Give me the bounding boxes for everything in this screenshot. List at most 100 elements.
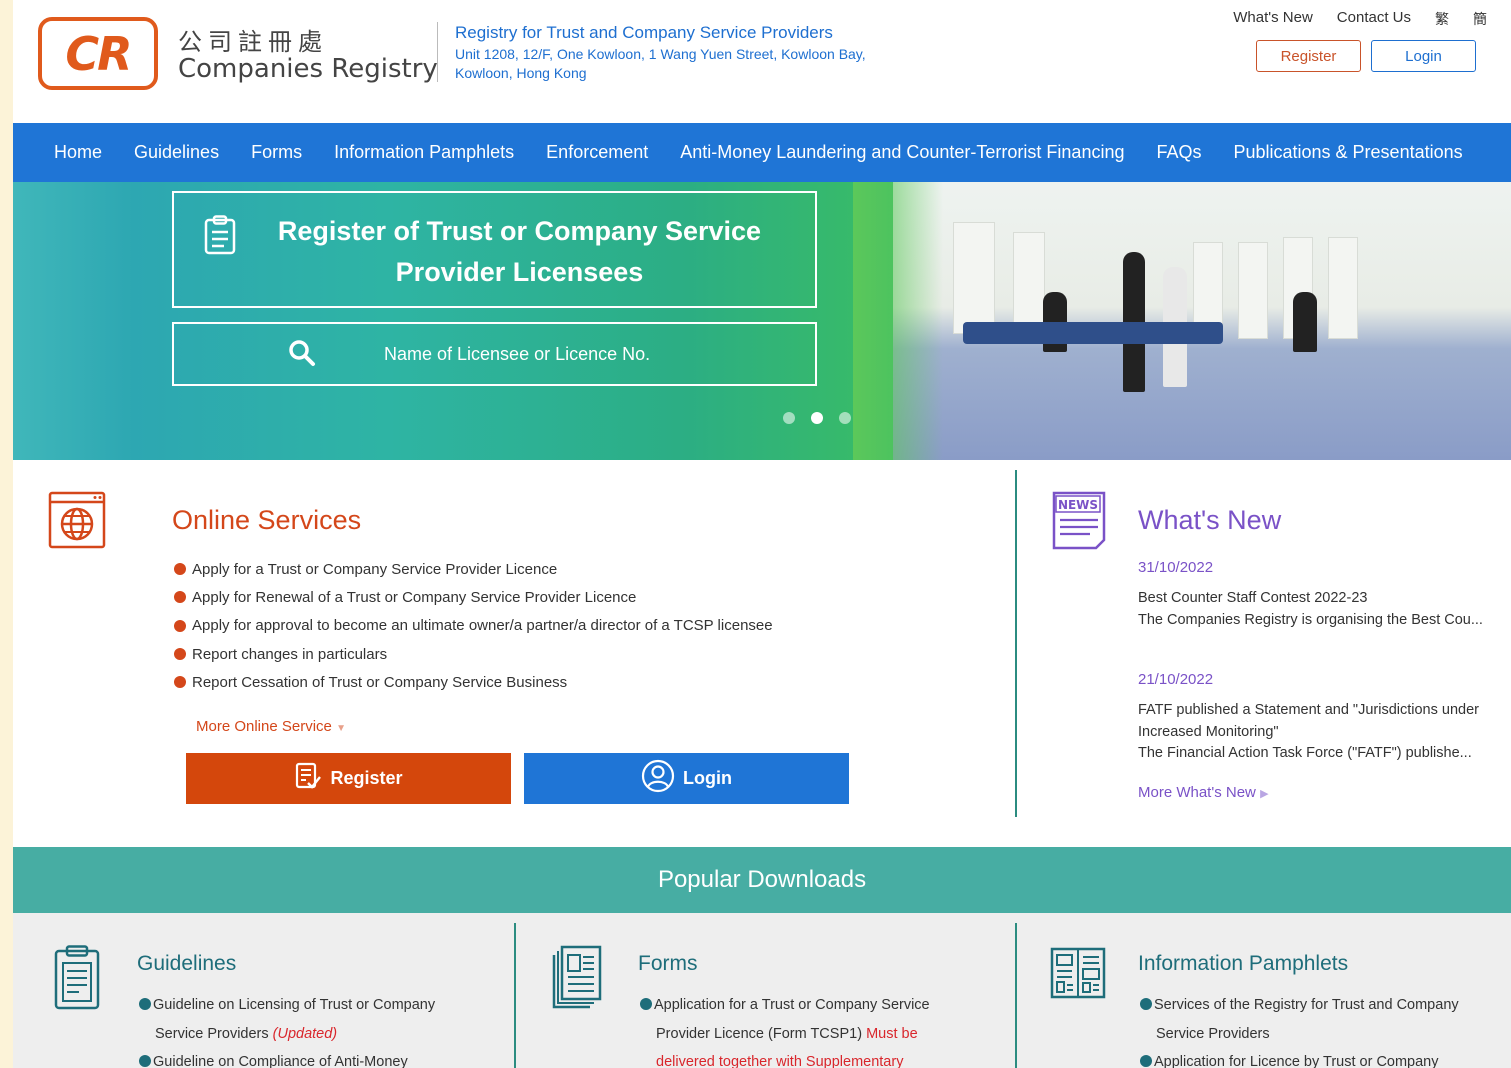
carousel-dot-3[interactable]: [839, 412, 851, 424]
guidelines-title: Guidelines: [137, 952, 237, 975]
online-service-label: Report changes in particulars: [192, 645, 388, 663]
registry-address: Unit 1208, 12/F, One Kowloon, 1 Wang Yue…: [455, 46, 866, 81]
search-placeholder: Name of Licensee or Licence No.: [384, 344, 651, 364]
downloads-pamphlets-column: Information Pamphlets Services of the Re…: [1017, 913, 1511, 1068]
nav-publications[interactable]: Publications & Presentations: [1217, 142, 1478, 163]
banner-fade: [853, 182, 943, 460]
form-edit-icon: [294, 762, 322, 795]
download-note: delivered together with Supplementary: [656, 1054, 904, 1068]
nav-information-pamphlets[interactable]: Information Pamphlets: [318, 142, 530, 163]
login-button-label: Login: [683, 768, 732, 788]
globe-icon: [48, 491, 106, 554]
download-link-cont[interactable]: Service Providers (Updated): [139, 1020, 469, 1049]
register-title-box[interactable]: Register of Trust or Company Service Pro…: [172, 191, 817, 308]
news-item-text[interactable]: Best Counter Staff Contest 2022-23 The C…: [1138, 588, 1483, 631]
download-label: Provider Licence (Form TCSP1): [656, 1025, 863, 1042]
bullet: [174, 676, 186, 689]
logo-english-name: Companies Registry: [178, 54, 438, 84]
user-icon: [641, 759, 675, 798]
popular-downloads-header: Popular Downloads: [13, 847, 1511, 913]
bullet: [174, 591, 186, 604]
header-login-button[interactable]: Login: [1371, 40, 1476, 72]
forms-list: Application for a Trust or Company Servi…: [640, 991, 970, 1068]
guidelines-list: Guideline on Licensing of Trust or Compa…: [139, 991, 469, 1068]
downloads-forms-column: Forms Application for a Trust or Company…: [516, 913, 1016, 1068]
online-service-item[interactable]: Apply for a Trust or Company Service Pro…: [174, 555, 773, 583]
page: CR 公司註冊處 Companies Registry Registry for…: [13, 0, 1511, 1068]
online-service-item[interactable]: Apply for approval to become an ultimate…: [174, 612, 773, 640]
logo-chinese-name: 公司註冊處: [178, 28, 328, 56]
bullet: [1140, 998, 1152, 1010]
photo-partition: [1013, 232, 1045, 334]
news-icon: NEWS: [1050, 490, 1108, 555]
nav-faqs[interactable]: FAQs: [1140, 142, 1217, 163]
search-icon: [287, 338, 317, 373]
photo-person: [1293, 292, 1317, 352]
login-button[interactable]: Login: [524, 753, 849, 804]
top-link-contact-us[interactable]: Contact Us: [1337, 9, 1411, 29]
download-link[interactable]: Guideline on Licensing of Trust or Compa…: [139, 991, 469, 1020]
online-service-item[interactable]: Report Cessation of Trust or Company Ser…: [174, 668, 773, 696]
download-link[interactable]: Guideline on Compliance of Anti-Money: [139, 1048, 469, 1068]
online-service-item[interactable]: Apply for Renewal of a Trust or Company …: [174, 583, 773, 611]
clipboard-icon: [53, 945, 101, 1016]
office-photo: CR: [893, 182, 1511, 460]
register-button[interactable]: Register: [186, 753, 511, 804]
online-service-label: Apply for a Trust or Company Service Pro…: [192, 560, 558, 578]
photo-partition: [953, 222, 995, 334]
photo-bench: [963, 322, 1223, 344]
forms-title: Forms: [638, 952, 698, 975]
bullet: [174, 619, 186, 632]
online-service-item[interactable]: Report changes in particulars: [174, 640, 773, 668]
download-label: Application for Licence by Trust or Comp…: [1154, 1054, 1439, 1068]
download-label: Service Providers: [1156, 1025, 1270, 1042]
logo-mark: CR: [65, 26, 132, 81]
nav-enforcement[interactable]: Enforcement: [530, 142, 664, 163]
nav-guidelines[interactable]: Guidelines: [118, 142, 235, 163]
download-link[interactable]: Application for a Trust or Company Servi…: [640, 991, 970, 1020]
download-label: Service Providers: [155, 1025, 269, 1042]
top-link-traditional-chinese[interactable]: 繁: [1435, 9, 1449, 29]
download-link[interactable]: Application for Licence by Trust or Comp…: [1140, 1048, 1500, 1068]
photo-partition: [1238, 242, 1268, 339]
news-date: 21/10/2022: [1138, 671, 1214, 688]
nav-forms[interactable]: Forms: [235, 142, 318, 163]
download-link-cont[interactable]: Provider Licence (Form TCSP1) Must be: [640, 1020, 970, 1049]
download-label: Services of the Registry for Trust and C…: [1154, 997, 1459, 1013]
online-service-label: Apply for approval to become an ultimate…: [192, 617, 773, 635]
downloads-guidelines-column: Guidelines Guideline on Licensing of Tru…: [13, 913, 513, 1068]
news-item-text[interactable]: FATF published a Statement and "Jurisdic…: [1138, 700, 1483, 765]
pamphlets-list: Services of the Registry for Trust and C…: [1140, 991, 1500, 1068]
news-icon-label: NEWS: [1058, 498, 1098, 512]
top-link-whats-new[interactable]: What's New: [1233, 9, 1313, 29]
online-services-list: Apply for a Trust or Company Service Pro…: [174, 555, 773, 696]
carousel-dot-2[interactable]: [811, 412, 823, 424]
download-label: Application for a Trust or Company Servi…: [654, 997, 930, 1013]
header-divider: [437, 22, 438, 82]
document-icon: [204, 215, 236, 260]
photo-partition: [1328, 237, 1358, 339]
licensee-search-input[interactable]: Name of Licensee or Licence No.: [172, 322, 817, 386]
popular-downloads-area: Guidelines Guideline on Licensing of Tru…: [13, 913, 1511, 1068]
nav-aml-ctf[interactable]: Anti-Money Laundering and Counter-Terror…: [664, 142, 1140, 163]
cr-logo[interactable]: CR: [38, 17, 158, 90]
download-link[interactable]: Services of the Registry for Trust and C…: [1140, 991, 1500, 1020]
section-divider: [1015, 470, 1017, 817]
more-online-service-link[interactable]: More Online Service ▼: [196, 718, 346, 735]
updated-tag: (Updated): [272, 1025, 338, 1042]
top-link-simplified-chinese[interactable]: 簡: [1473, 9, 1487, 29]
bullet: [1140, 1055, 1152, 1067]
more-whats-new-link[interactable]: More What's New ▶: [1138, 784, 1269, 801]
bullet: [640, 998, 652, 1010]
header-register-button[interactable]: Register: [1256, 40, 1361, 72]
pamphlet-icon: [1050, 947, 1106, 1004]
carousel-dots: [783, 412, 851, 424]
online-service-label: Apply for Renewal of a Trust or Company …: [192, 588, 637, 606]
top-links: What's New Contact Us 繁 簡: [1233, 9, 1487, 29]
carousel-dot-1[interactable]: [783, 412, 795, 424]
whats-new-title: What's New: [1138, 505, 1282, 535]
download-label: Guideline on Licensing of Trust or Compa…: [153, 997, 436, 1013]
bullet: [174, 563, 186, 576]
nav-home[interactable]: Home: [38, 142, 118, 163]
download-link-cont[interactable]: Service Providers: [1140, 1020, 1500, 1049]
